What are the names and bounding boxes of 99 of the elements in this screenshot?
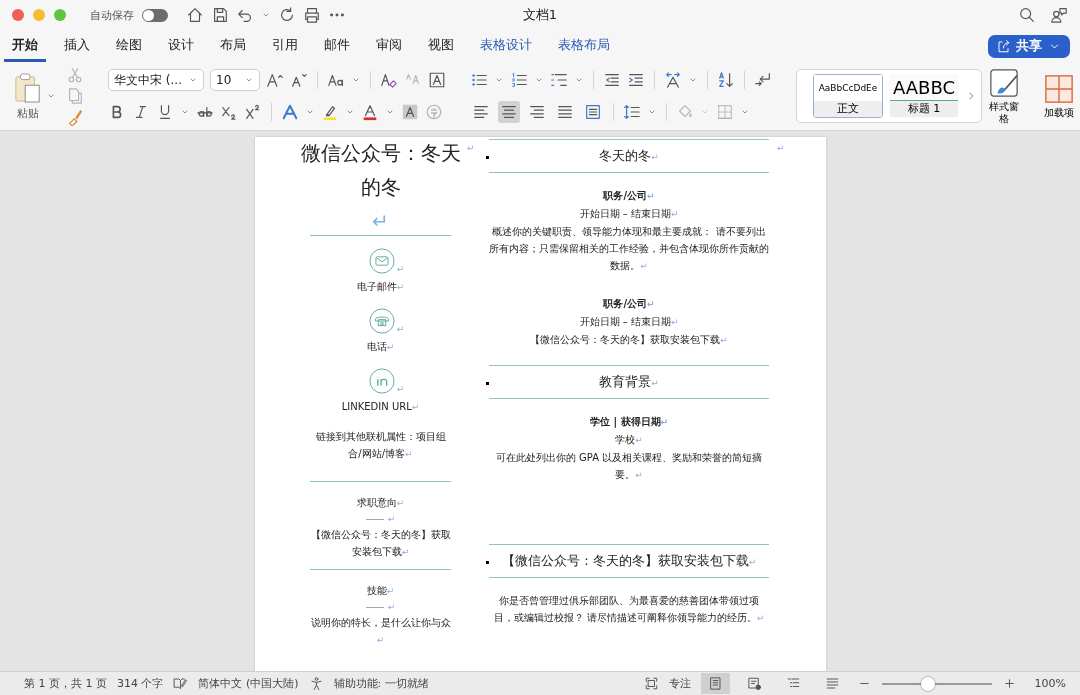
ribbon-tab[interactable]: 插入 xyxy=(56,30,98,62)
ribbon-tab[interactable]: 引用 xyxy=(264,30,306,62)
job-dates: 开始日期 – 结束日期↵ xyxy=(579,207,679,221)
text-direction-icon[interactable] xyxy=(664,71,682,89)
font-name-dropdown[interactable]: 华文中宋 (... xyxy=(108,69,204,91)
grow-font-icon[interactable] xyxy=(266,71,284,89)
ribbon-tab[interactable]: 绘图 xyxy=(108,30,150,62)
section-heading: 技能↵ xyxy=(366,584,395,598)
ribbon-tab[interactable]: 表格设计 xyxy=(472,30,540,62)
search-icon[interactable] xyxy=(1018,6,1036,24)
ribbon-tab[interactable]: 表格布局 xyxy=(550,30,618,62)
multilevel-list-icon[interactable] xyxy=(550,71,568,89)
redo-icon[interactable] xyxy=(278,6,296,24)
autosave-toggle[interactable] xyxy=(142,8,168,22)
name-heading: 冬天的冬↵ xyxy=(599,147,659,165)
grid-icon xyxy=(1043,73,1074,104)
boxed-letter-icon[interactable] xyxy=(428,71,446,89)
zoom-percentage: 100% xyxy=(1034,677,1066,690)
job-description: 概述你的关键职责、领导能力体现和最主要成就： 请不要列出所有内容；只需保留相关的工作经验，并包含体现你所作贡献的数据。↵ xyxy=(489,225,769,273)
clear-format-icon[interactable] xyxy=(380,71,398,89)
sort-icon[interactable] xyxy=(717,71,735,89)
print-layout-button[interactable] xyxy=(700,673,730,694)
highlighter-icon[interactable] xyxy=(321,103,339,121)
language-label[interactable]: 简体中文 (中国大陆) xyxy=(198,676,299,691)
line-break-icon[interactable] xyxy=(754,71,772,89)
line-spacing-icon[interactable] xyxy=(623,103,641,121)
contact-label: 电话↵ xyxy=(366,340,395,354)
section-text: 【微信公众号：冬天的冬】获取安装包下载↵ xyxy=(310,528,451,559)
paste-label: 粘贴 xyxy=(17,105,39,121)
slider-thumb[interactable] xyxy=(920,676,935,691)
people-icon[interactable] xyxy=(1050,6,1068,24)
list-marker xyxy=(486,156,489,159)
home-icon[interactable] xyxy=(186,6,204,24)
list-marker xyxy=(486,561,489,564)
align-center-icon xyxy=(500,103,518,121)
section-heading: 教育背景↵ xyxy=(599,373,659,391)
accessibility-person-icon[interactable] xyxy=(308,676,324,691)
style-option[interactable]: AABBC 标题 1 xyxy=(889,74,959,118)
autosave-label: 自动保存 xyxy=(90,7,134,23)
section-text: 说明你的特长，是什么让你与众 ↵ xyxy=(310,616,451,647)
superscript-icon[interactable] xyxy=(244,103,262,121)
printer-icon[interactable] xyxy=(303,6,321,24)
job-title: 职务/公司↵ xyxy=(603,297,655,311)
section-heading: 【微信公众号：冬天的冬】获取安装包下载↵ xyxy=(501,552,757,570)
style-option[interactable]: AaBbCcDdEe 正文 xyxy=(813,74,883,118)
font-size-dropdown[interactable]: 10 xyxy=(210,69,260,91)
linkedin-icon xyxy=(368,368,395,394)
job-description: 【微信公众号：冬天的冬】获取安装包下载↵ xyxy=(530,333,728,347)
align-right-icon xyxy=(528,103,546,121)
ribbon-tab[interactable]: 布局 xyxy=(212,30,254,62)
document-page: 微信公众号：冬天的冬 ↵ ↵ 电子邮件↵ ↵ 电话↵ ↵ LINKEDIN URL↵ 链接到其他联机属性：项目组合/网站/博客↵ 求职意向↵ ↵ 【微信公众号：冬天的冬】获取安装包下载↵ 技能↵ ↵ 说明你的特长，是什么让你与众 ↵ ↵ 冬天的冬↵ 职务/公司↵ 开始日期 – 结束日期↵ 概述你的关键职责、领导能力体现和最主要成就： 请不要列出所有内容；只需保留相关的工作经验，并包含体现你所作贡献的数据。↵ 职务/公司↵ 开始日期 – 结束日期↵ 【微信公众号：冬天的冬】获取安装包下载↵ 教育背景↵ 学位 | 获得日期↵ 学校↵ 可在此处列出你的 GPA 以及相关课程、奖励和荣誉的简短摘要。↵ 【微信公众号：冬天的冬】获取安装包下载↵ 你是否曾管理过俱乐部团队、为最喜爱的慈善团体带领过项目，或编辑过校报？ 请尽情描述可阐释你领导能力的经历。↵ ↵ xyxy=(255,137,826,671)
accessibility-status[interactable]: 辅助功能: 一切就绪 xyxy=(333,676,429,691)
paintbrush-icon xyxy=(988,67,1019,98)
share-button[interactable]: 共享 xyxy=(988,34,1070,58)
window-title: 文档1 xyxy=(522,6,558,24)
shaded-letter-icon[interactable] xyxy=(401,103,419,121)
print-layout-icon xyxy=(707,676,723,691)
contact-label: LINKEDIN URL↵ xyxy=(341,400,420,414)
telephone-icon xyxy=(368,308,395,334)
contact-label: 电子邮件↵ xyxy=(356,280,405,294)
font-color-icon[interactable] xyxy=(361,103,379,121)
school-name: 学校↵ xyxy=(615,433,643,447)
increase-indent-icon[interactable] xyxy=(627,71,645,89)
degree-title: 学位 | 获得日期↵ xyxy=(589,415,669,430)
section-text: 你是否曾管理过俱乐部团队、为最喜爱的慈善团体带领过项目，或编辑过校报？ 请尽情描述可阐释你领导能力的经历。↵ xyxy=(492,594,766,625)
draft-view-icon xyxy=(824,676,840,691)
links-text: 链接到其他联机属性：项目组合/网站/博客↵ xyxy=(314,430,447,461)
numbered-list-icon[interactable] xyxy=(510,71,528,89)
distributed-icon xyxy=(584,103,602,121)
focus-button[interactable]: 专注 xyxy=(668,676,691,691)
job-dates: 开始日期 – 结束日期↵ xyxy=(579,315,679,329)
ribbon-tab[interactable]: 审阅 xyxy=(368,30,410,62)
share-icon[interactable] xyxy=(996,38,1011,54)
ribbon-tab[interactable]: 设计 xyxy=(160,30,202,62)
ribbon-tab[interactable]: 视图 xyxy=(420,30,462,62)
styles-pane-button[interactable]: 样式窗格 xyxy=(988,67,1019,125)
envelope-icon xyxy=(368,248,395,274)
page-count[interactable]: 第 1 页，共 1 页 xyxy=(24,676,107,691)
ribbon-tab[interactable]: 开始 xyxy=(4,30,46,62)
clipboard-icon[interactable] xyxy=(14,71,42,104)
justify-icon xyxy=(556,103,574,121)
align-center-button[interactable] xyxy=(498,101,520,123)
addins-button[interactable]: 加载项 xyxy=(1043,73,1074,119)
focus-frame-icon[interactable] xyxy=(643,676,659,691)
shrink-font-icon[interactable] xyxy=(290,71,308,89)
name-heading: 微信公众号：冬天的冬 ↵ xyxy=(300,140,461,235)
education-description: 可在此处列出你的 GPA 以及相关课程、奖励和荣誉的简短摘要。↵ xyxy=(494,451,764,482)
section-heading: 求职意向↵ xyxy=(356,496,405,510)
align-left-icon xyxy=(472,103,490,121)
text-effects-icon[interactable] xyxy=(281,103,299,121)
close-button[interactable] xyxy=(12,9,24,21)
list-marker xyxy=(486,382,489,385)
decrease-indent-icon[interactable] xyxy=(603,71,621,89)
ribbon-tab[interactable]: 邮件 xyxy=(316,30,358,62)
word-count[interactable]: 314 个字 xyxy=(117,676,164,691)
job-title: 职务/公司↵ xyxy=(603,189,655,203)
proofing-book-icon[interactable] xyxy=(173,676,189,691)
bulleted-list-icon[interactable] xyxy=(470,71,488,89)
web-layout-icon xyxy=(746,676,762,691)
